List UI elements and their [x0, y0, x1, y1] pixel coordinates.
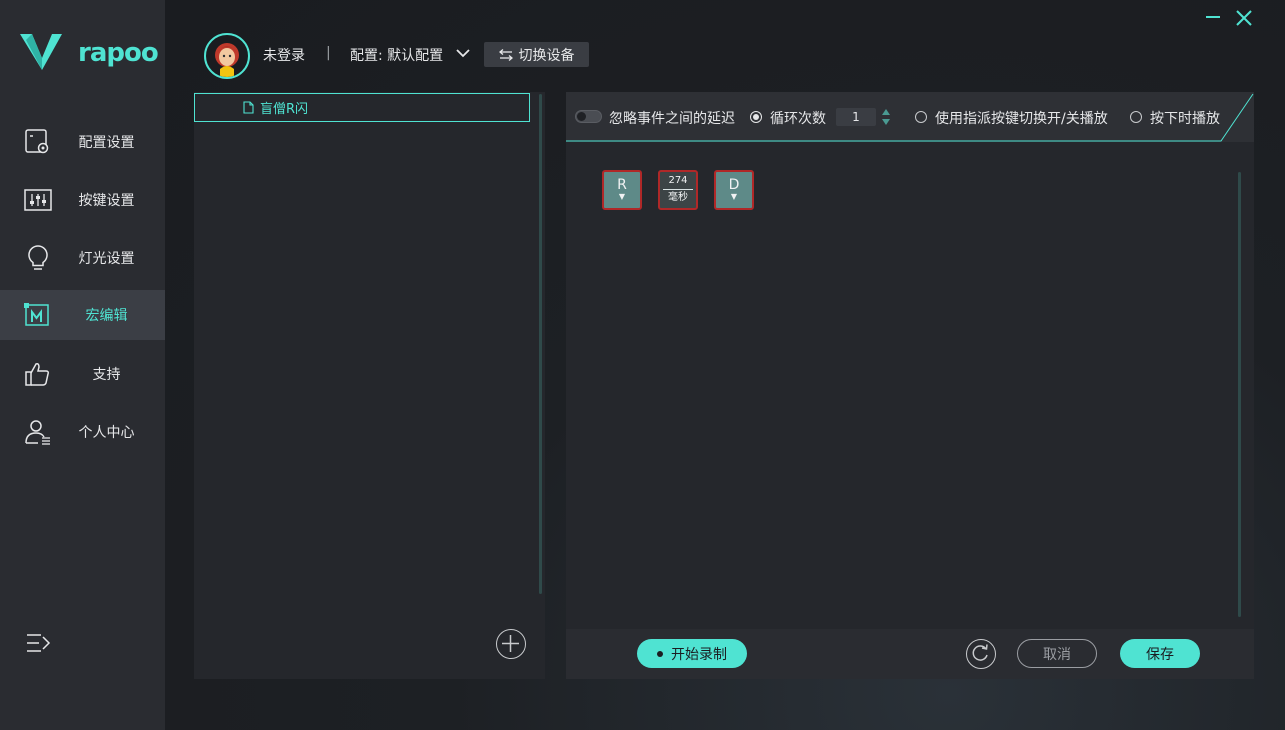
rapoo-logo: rapoo [20, 32, 159, 74]
header-separator: | [326, 45, 331, 61]
sidebar-item-macro[interactable]: 宏编辑 [0, 290, 165, 340]
delay-value: 274 [668, 175, 688, 186]
sidebar-item-label: 宏编辑 [85, 308, 128, 324]
sequence-key-r[interactable]: R ▼ [602, 170, 642, 210]
macro-name: 盲僧R闪 [260, 102, 309, 117]
minimize-icon[interactable] [1204, 8, 1222, 26]
record-label: 开始录制 [671, 646, 727, 663]
editor-footer: 开始录制 取消 保存 [566, 629, 1254, 679]
file-icon [243, 101, 254, 114]
start-record-button[interactable]: 开始录制 [637, 639, 747, 668]
cancel-button[interactable]: 取消 [1017, 639, 1097, 668]
login-status[interactable]: 未登录 [263, 45, 305, 65]
sidebar-item-support[interactable]: 支持 [0, 349, 165, 399]
reset-button[interactable] [966, 639, 996, 669]
delay-unit: 毫秒 [668, 192, 688, 203]
sidebar-item-label: 个人中心 [78, 425, 135, 441]
refresh-icon [972, 644, 988, 661]
caret-down-icon: ▼ [618, 192, 626, 201]
delay-divider [663, 189, 693, 190]
sidebar-item-lighting[interactable]: 灯光设置 [0, 233, 165, 283]
sequence-key-d[interactable]: D ▼ [714, 170, 754, 210]
avatar-image [215, 43, 239, 77]
chevron-down-icon[interactable] [455, 47, 471, 59]
toggle-play-label: 使用指派按键切换开/关播放 [935, 111, 1108, 127]
sequence-delay[interactable]: 274 毫秒 [658, 170, 698, 210]
sidebar-item-keys[interactable]: 按键设置 [0, 175, 165, 225]
loop-count-label: 循环次数 [770, 111, 826, 127]
loop-count-input[interactable] [836, 108, 876, 126]
sidebar-item-label: 配置设置 [78, 135, 135, 151]
switch-device-button[interactable]: 切换设备 [484, 42, 589, 67]
sidebar-item-config[interactable]: 配置设置 [0, 117, 165, 167]
logo-text: rapoo [78, 38, 159, 68]
ignore-delay-label: 忽略事件之间的延迟 [609, 111, 735, 127]
add-macro-button[interactable] [496, 629, 526, 659]
press-play-radio[interactable] [1130, 111, 1142, 123]
sidebar-item-profile[interactable]: 个人中心 [0, 407, 165, 457]
key-label: R [617, 177, 627, 193]
avatar[interactable] [204, 33, 250, 79]
ignore-delay-toggle[interactable] [575, 110, 602, 123]
v-logo-icon [20, 34, 62, 70]
plus-icon [502, 635, 519, 652]
toggle-play-radio[interactable] [915, 111, 927, 123]
caret-down-icon: ▼ [730, 192, 738, 201]
macro-list-panel: 盲僧R闪 [194, 92, 545, 679]
sidebar-item-label: 按键设置 [78, 193, 135, 209]
macro-list-item[interactable]: 盲僧R闪 [194, 93, 530, 122]
switch-device-label: 切换设备 [518, 47, 575, 64]
swap-icon [498, 48, 513, 61]
sidebar-item-label: 支持 [92, 367, 121, 383]
close-icon[interactable] [1234, 8, 1254, 28]
profile-selector[interactable]: 配置: 默认配置 [350, 45, 443, 65]
macro-editor-panel: 忽略事件之间的延迟 循环次数 使用指派按键切换开/关播放 按下时播放 R ▼ 2… [566, 92, 1254, 679]
editor-scrollbar[interactable] [1238, 172, 1241, 617]
record-dot-icon [657, 650, 663, 657]
collapse-menu-icon[interactable] [26, 632, 52, 654]
save-button[interactable]: 保存 [1120, 639, 1200, 668]
sidebar-item-label: 灯光设置 [78, 251, 135, 267]
list-scrollbar[interactable] [539, 94, 542, 594]
editor-toolbar: 忽略事件之间的延迟 循环次数 使用指派按键切换开/关播放 按下时播放 [566, 92, 1254, 142]
loop-count-stepper[interactable] [880, 107, 892, 127]
key-label: D [728, 177, 740, 193]
sidebar: rapoo 配置设置 按键设置 灯光设置 宏编辑 支持 个人中心 [0, 0, 165, 730]
press-play-label: 按下时播放 [1150, 111, 1220, 127]
loop-count-radio[interactable] [750, 111, 762, 123]
